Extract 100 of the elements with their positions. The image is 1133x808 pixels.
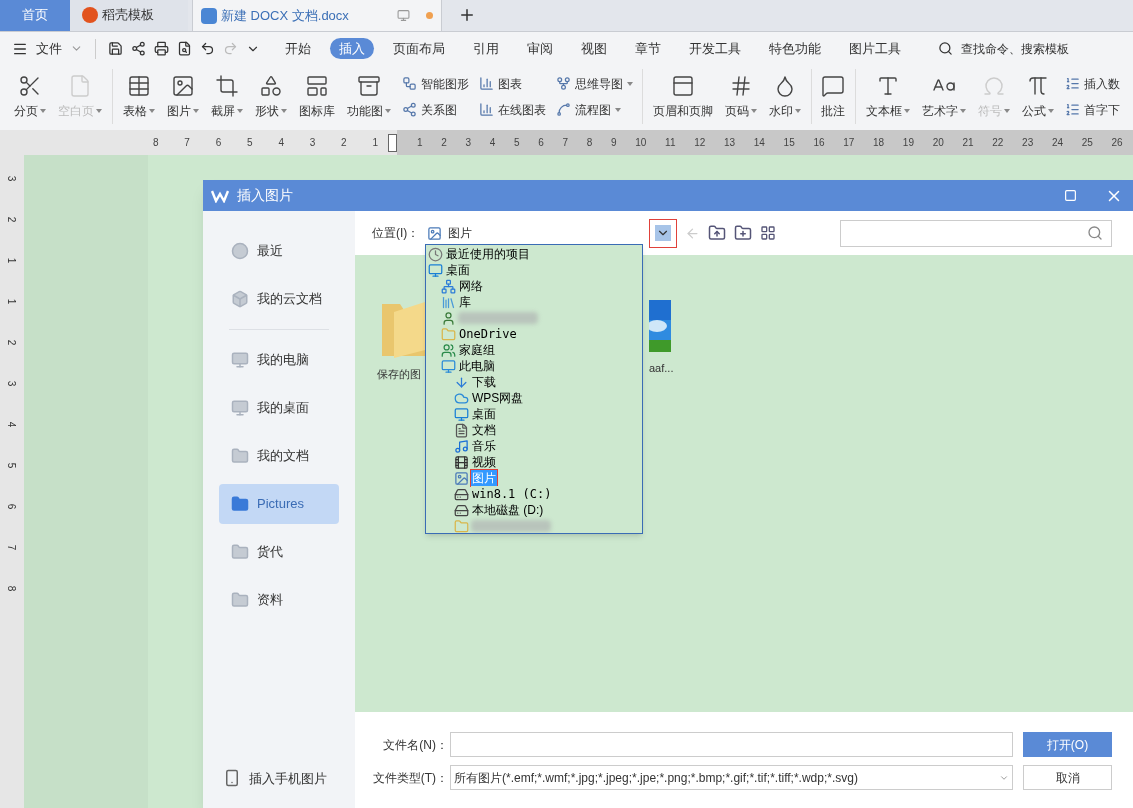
tree-item[interactable]: WPS网盘 [471, 390, 525, 406]
tree-item[interactable]: 下载 [471, 374, 497, 390]
folder-icon [454, 518, 469, 533]
ribbon-button[interactable]: 表格 [116, 65, 161, 128]
flame-icon [82, 7, 98, 23]
ribbon-button[interactable]: 水印 [762, 65, 807, 128]
ribbon-tab[interactable]: 审阅 [518, 38, 562, 59]
ribbon-button[interactable]: 截屏 [204, 65, 249, 128]
ribbon-button[interactable]: 关系图 [401, 100, 469, 119]
ribbon-tab[interactable]: 页面布局 [384, 38, 454, 59]
ruler-number: 1 [372, 136, 378, 150]
tree-item[interactable]: 库 [458, 294, 472, 310]
cancel-button[interactable]: 取消 [1023, 765, 1112, 790]
sidebar-item[interactable]: 最近 [219, 231, 339, 271]
filename-field[interactable] [450, 732, 1013, 757]
ruler-number: 15 [783, 136, 795, 150]
ribbon-button[interactable]: 艺术字 [916, 65, 972, 128]
clock-icon [231, 242, 249, 260]
tree-item[interactable]: 家庭组 [458, 342, 496, 358]
tree-item[interactable]: 网络 [458, 278, 484, 294]
caret-icon [750, 108, 757, 113]
image-icon [427, 225, 443, 241]
maximize-icon[interactable] [1064, 189, 1077, 202]
new-folder-icon[interactable] [734, 224, 753, 242]
tree-item[interactable]: 最近使用的项目 [445, 246, 531, 262]
preview-icon[interactable] [177, 41, 192, 56]
document-tab[interactable]: 稻壳模板 [70, 0, 188, 31]
ribbon-tab[interactable]: 视图 [572, 38, 616, 59]
search-field[interactable] [840, 219, 1112, 247]
clock-icon [428, 246, 443, 262]
sidebar-item[interactable]: 货代 [219, 532, 339, 572]
ribbon-button[interactable]: 分页 [8, 65, 52, 128]
tree-item[interactable]: 本地磁盘 (D:) [471, 502, 545, 518]
folder-icon [231, 591, 249, 609]
network-icon [401, 102, 417, 117]
ribbon-button[interactable]: 图片 [160, 65, 205, 128]
tree-item[interactable]: 音乐 [471, 438, 497, 454]
ribbon-button[interactable]: 思维导图 [555, 74, 633, 93]
ribbon-tab[interactable]: 引用 [464, 38, 508, 59]
save-icon[interactable] [108, 41, 123, 56]
ribbon-button[interactable]: 图表 [478, 74, 546, 93]
ribbon-button[interactable]: 批注 [815, 65, 852, 128]
location-dropdown-button[interactable] [649, 218, 678, 248]
ribbon-tab[interactable]: 特色功能 [760, 38, 830, 59]
ribbon-tab[interactable]: 开始 [276, 38, 320, 59]
caret-icon [384, 108, 391, 113]
ruler-number: 19 [902, 136, 914, 150]
tree-item[interactable]: 视频 [471, 454, 497, 470]
sidebar-item[interactable]: 资料 [219, 580, 339, 620]
ribbon-tab[interactable]: 图片工具 [840, 38, 910, 59]
ribbon-button[interactable]: 页码 [718, 65, 763, 128]
print-icon[interactable] [154, 41, 169, 56]
undo-icon[interactable] [200, 41, 215, 56]
filetype-select[interactable]: 所有图片(*.emf;*.wmf;*.jpg;*.jpeg;*.jpe;*.png;*.bmp;*.gif;*.tif;*.tiff;*.wdp;*.svg) [450, 765, 1013, 790]
header-footer-icon [670, 73, 695, 98]
ruler-number: 22 [992, 136, 1004, 150]
tree-item[interactable]: 此电脑 [458, 358, 496, 374]
ribbon-button[interactable]: 功能图 [340, 65, 397, 128]
location-value[interactable]: 图片 [448, 224, 473, 242]
ruler-number: 21 [962, 136, 974, 150]
ribbon-button[interactable]: 智能图形 [401, 74, 469, 93]
ribbon-button[interactable]: 首字下 [1065, 100, 1120, 119]
folder-up-icon[interactable] [708, 224, 727, 242]
ribbon-button[interactable]: 形状 [248, 65, 293, 128]
location-label: 位置(I)： [372, 225, 420, 242]
ribbon-button[interactable]: 文本框 [860, 65, 916, 128]
ribbon-button[interactable]: 在线图表 [478, 100, 546, 119]
sidebar-item[interactable]: 我的云文档 [219, 279, 339, 319]
view-icon[interactable] [760, 225, 777, 241]
ribbon-button[interactable]: 页眉和页脚 [646, 65, 719, 128]
phone-image-button[interactable]: 插入手机图片 [219, 768, 339, 788]
ruler-number: 1 [5, 298, 19, 305]
desktop-icon [231, 399, 249, 417]
sidebar-item[interactable]: Pictures [219, 484, 339, 524]
ribbon-tab[interactable]: 开发工具 [680, 38, 750, 59]
user-icon [441, 310, 456, 326]
folder-icon [231, 447, 249, 465]
field-label: 文件名(N)： [382, 736, 448, 754]
ribbon-button[interactable]: 流程图 [555, 100, 633, 119]
numbered-list-icon [1065, 76, 1080, 91]
document-tab[interactable]: 新建 DOCX 文档.docx [192, 0, 442, 31]
new-tab-icon[interactable] [458, 6, 476, 24]
command-search[interactable]: 查找命令、搜索模板 [961, 39, 1069, 58]
tree-item[interactable]: 文档 [471, 422, 497, 438]
ruler-number: 16 [813, 136, 825, 150]
sidebar-item[interactable]: 我的文档 [219, 436, 339, 476]
caret-icon [794, 108, 801, 113]
indent-marker[interactable] [388, 133, 397, 152]
file-name: 保存的图 [377, 367, 421, 382]
ribbon-button[interactable]: 插入数 [1065, 74, 1120, 93]
sidebar-item[interactable]: 我的桌面 [219, 388, 339, 428]
tree-item[interactable]: 桌面 [445, 262, 471, 278]
ribbon-tab[interactable]: 章节 [626, 38, 670, 59]
tree-item[interactable]: 桌面 [471, 406, 497, 422]
ribbon-button[interactable]: 公式 [1016, 65, 1060, 128]
ribbon-button[interactable]: 图标库 [292, 65, 341, 128]
sidebar-item[interactable]: 我的电脑 [219, 340, 339, 380]
file-menu[interactable]: 文件 [36, 38, 62, 59]
search-icon[interactable] [1087, 225, 1103, 241]
users-icon [441, 342, 456, 358]
